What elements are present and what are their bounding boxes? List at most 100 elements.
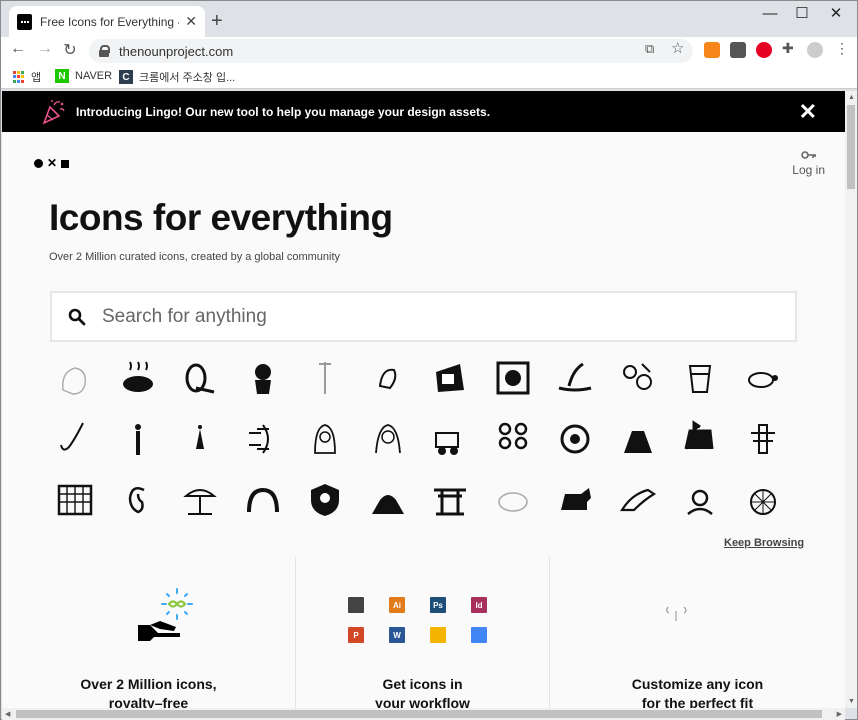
browser-window: Free Icons for Everything - Noun Project… <box>0 0 858 720</box>
back-button[interactable]: ← <box>7 40 29 58</box>
tool-icon[interactable] <box>296 349 354 407</box>
nun-icon[interactable] <box>359 410 417 468</box>
party-popper-icon <box>42 99 65 125</box>
goat-icon[interactable] <box>671 410 729 468</box>
keep-browsing-link[interactable]: Keep Browsing <box>724 537 804 549</box>
dragon-icon[interactable] <box>546 410 604 468</box>
paint-palette-icon[interactable] <box>609 349 667 407</box>
woman-head-icon[interactable] <box>46 349 104 407</box>
cut-log-icon[interactable] <box>609 410 667 468</box>
powerpoint-icon: P <box>348 627 364 643</box>
login-label: Log in <box>792 163 825 177</box>
hippo-icon[interactable] <box>484 471 542 529</box>
hijab-woman-icon[interactable] <box>296 410 354 468</box>
page-title: Icons for everything <box>49 197 393 238</box>
login-button[interactable]: Log in <box>792 151 825 177</box>
apple-icon <box>348 597 364 613</box>
vertical-scroll-thumb[interactable] <box>847 105 855 189</box>
ear-icon[interactable] <box>109 471 167 529</box>
features-section: Over 2 Million icons, royalty–free Get ic… <box>2 557 845 708</box>
feature-royalty-free: Over 2 Million icons, royalty–free <box>2 557 296 708</box>
pinterest-extension-icon[interactable] <box>756 42 772 58</box>
beach-umbrella-icon[interactable] <box>171 471 229 529</box>
horizontal-scrollbar[interactable]: ◀ ▶ <box>2 708 845 720</box>
profile-avatar[interactable] <box>807 42 823 58</box>
radio-icon[interactable] <box>484 349 542 407</box>
woman-standing-icon[interactable] <box>171 410 229 468</box>
url-text: thenounproject.com <box>119 43 234 59</box>
drink-cup-icon[interactable] <box>671 349 729 407</box>
cart-icon[interactable] <box>421 410 479 468</box>
search-box <box>50 291 797 342</box>
turtle-icon[interactable] <box>734 349 792 407</box>
vertical-scrollbar[interactable]: ▲ ▼ <box>845 91 857 708</box>
announcement-banner[interactable]: Introducing Lingo! Our new tool to help … <box>2 91 845 132</box>
fishing-hook-icon[interactable] <box>46 410 104 468</box>
bookmark-label: 크롬에서 주소창 입... <box>139 72 236 84</box>
extensions-puzzle-icon[interactable]: ✚ <box>782 40 794 57</box>
lizard-icon[interactable] <box>609 471 667 529</box>
bookmarks-bar: 앱 N NAVER C 크롬에서 주소창 입... <box>1 65 857 89</box>
bookmark-label: 앱 <box>31 72 42 84</box>
feature-title: Customize any icon for the perfect fit <box>631 676 764 708</box>
rainbow-icon[interactable] <box>234 471 292 529</box>
tab-title: Free Icons for Everything - Noun Project <box>40 14 179 29</box>
torii-gate-icon[interactable] <box>421 471 479 529</box>
banner-close-icon[interactable]: ✕ <box>799 99 817 125</box>
lock-icon <box>99 45 110 57</box>
calendar-icon[interactable] <box>46 471 104 529</box>
cooking-pot-icon[interactable] <box>109 349 167 407</box>
reload-button[interactable]: ↻ <box>59 40 81 60</box>
metamask-extension-icon[interactable] <box>704 42 720 58</box>
tanghulu-icon[interactable] <box>484 410 542 468</box>
bookmark-star-icon[interactable]: ☆ <box>671 39 684 57</box>
geometric-box-icon[interactable] <box>421 349 479 407</box>
disco-ball-icon[interactable] <box>734 471 792 529</box>
group-icon[interactable] <box>359 471 417 529</box>
woman-profile-icon[interactable] <box>234 349 292 407</box>
key-icon <box>800 151 816 159</box>
user-shield-icon[interactable] <box>296 471 354 529</box>
tree-stump-icon[interactable] <box>734 410 792 468</box>
forward-button[interactable]: → <box>34 40 56 58</box>
feature-customize: Customize any icon for the perfect fit <box>550 557 845 708</box>
photoshop-icon: Ps <box>430 597 446 613</box>
close-window-button[interactable]: ✕ <box>813 1 858 29</box>
bird-icon[interactable] <box>359 349 417 407</box>
page-subtitle: Over 2 Million curated icons, created by… <box>49 251 341 263</box>
noun-project-logo[interactable]: ✕ <box>34 157 70 169</box>
feature-title: Over 2 Million icons, royalty–free <box>80 676 217 708</box>
browser-tab[interactable]: Free Icons for Everything - Noun Project… <box>9 6 205 37</box>
menu-dots-icon[interactable]: ⋮ <box>835 40 849 57</box>
extension-icon[interactable] <box>730 42 746 58</box>
man-standing-icon[interactable] <box>109 410 167 468</box>
whale-tail-icon[interactable] <box>546 349 604 407</box>
speaking-person-icon[interactable] <box>671 471 729 529</box>
bookmark-naver[interactable]: N NAVER <box>55 69 112 83</box>
bookmark-label: NAVER <box>75 70 113 82</box>
tab-close-icon[interactable]: ✕ <box>185 13 197 30</box>
address-bar[interactable]: thenounproject.com <box>89 39 693 63</box>
search-input[interactable] <box>102 305 762 328</box>
scottie-dog-icon[interactable] <box>546 471 604 529</box>
browser-toolbar: ← → ↻ thenounproject.com ⧉ ☆ ✚ ⋮ <box>1 37 857 65</box>
naver-icon: N <box>55 69 69 83</box>
bookmark-apps[interactable]: 앱 <box>13 69 41 85</box>
bookmark-chrome-tip[interactable]: C 크롬에서 주소창 입... <box>119 69 235 85</box>
dna-helix-icon[interactable] <box>234 410 292 468</box>
horizontal-scroll-thumb[interactable] <box>16 710 822 718</box>
hand-infinity-icon <box>138 588 193 641</box>
banner-text: Introducing Lingo! Our new tool to help … <box>76 104 491 119</box>
tab-strip: Free Icons for Everything - Noun Project… <box>1 1 857 37</box>
translate-icon[interactable]: ⧉ <box>645 41 654 57</box>
page-content: Introducing Lingo! Our new tool to help … <box>2 91 845 708</box>
search-icon[interactable] <box>52 308 102 326</box>
cable-reel-icon[interactable] <box>171 349 229 407</box>
apps-grid-icon <box>13 71 25 83</box>
c-site-icon: C <box>119 70 133 84</box>
google-docs-icon <box>471 627 487 643</box>
feature-title: Get icons in your workflow <box>375 676 470 708</box>
noun-project-favicon <box>17 13 33 30</box>
new-tab-button[interactable]: + <box>211 10 223 33</box>
illustrator-icon: Ai <box>389 597 405 613</box>
